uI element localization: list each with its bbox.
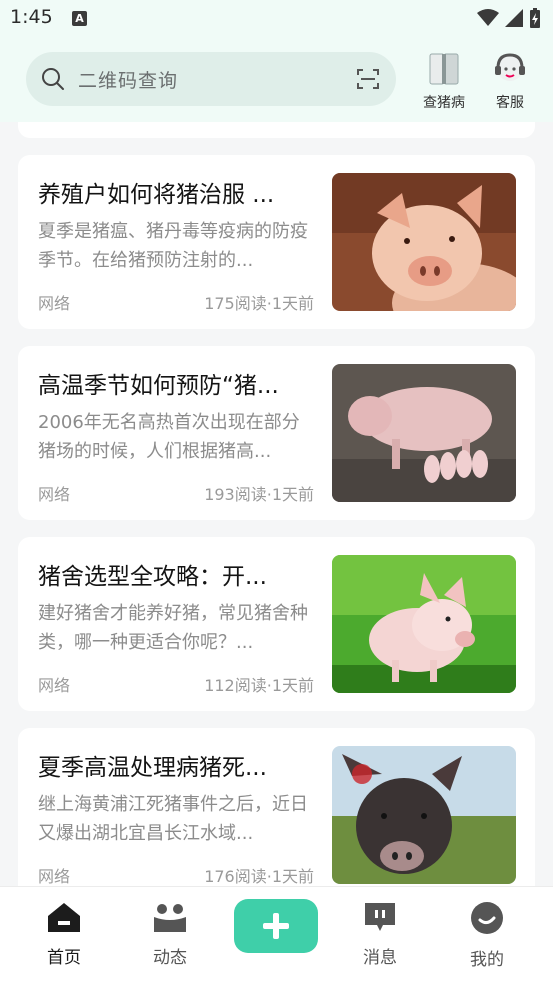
- article-summary: 建好猪舍才能养好猪，常见猪舍种类，哪一种更适合你呢？...: [38, 603, 308, 653]
- add-post-button[interactable]: [234, 899, 318, 953]
- scan-icon[interactable]: [356, 68, 380, 90]
- article-card[interactable]: 夏季高温处理病猪死... 继上海黄浦江死猪事件之后，近日又爆出湖北宜昌长江水域.…: [18, 728, 535, 886]
- article-source: 网络: [38, 867, 71, 886]
- smile-icon: [471, 902, 503, 934]
- article-title: 养殖户如何将猪治服 ...: [38, 182, 275, 208]
- article-meta: 193阅读·1天前: [204, 485, 314, 504]
- article-title: 高温季节如何预防“猪...: [38, 373, 279, 399]
- list-item[interactable]: [18, 122, 535, 138]
- tab-messages-label: 消息: [363, 948, 397, 968]
- check-disease-button[interactable]: 查猪病: [416, 52, 472, 112]
- notification-icon: A: [72, 11, 87, 26]
- search-bar[interactable]: 二维码查询: [26, 52, 396, 106]
- article-title: 猪舍选型全攻略：开...: [38, 564, 267, 590]
- status-bar: 1:45 A: [0, 0, 553, 38]
- article-meta: 112阅读·1天前: [204, 676, 314, 695]
- battery-icon: [530, 8, 540, 28]
- customer-service-label: 客服: [496, 95, 524, 111]
- people-icon: [154, 904, 186, 932]
- article-thumbnail: [332, 746, 516, 884]
- top-header: 1:45 A 二维码查询 查猪病 客服: [0, 0, 553, 122]
- bottom-tab-bar: 首页 动态 消息 我的: [0, 886, 553, 984]
- article-summary: 2006年无名高热首次出现在部分猪场的时候，人们根据猪高...: [38, 412, 300, 462]
- article-summary: 继上海黄浦江死猪事件之后，近日又爆出湖北宜昌长江水域...: [38, 794, 308, 844]
- status-time: 1:45: [10, 6, 53, 28]
- article-thumbnail: [332, 555, 516, 693]
- article-source: 网络: [38, 485, 71, 504]
- article-source: 网络: [38, 676, 71, 695]
- tab-me[interactable]: 我的: [447, 901, 527, 970]
- tab-me-label: 我的: [470, 950, 504, 970]
- search-icon: [42, 68, 64, 90]
- tab-home-label: 首页: [47, 948, 81, 968]
- article-source: 网络: [38, 294, 71, 313]
- article-thumbnail: [332, 173, 516, 311]
- home-icon: [48, 903, 80, 932]
- article-card[interactable]: 养殖户如何将猪治服 ... 夏季是猪瘟、猪丹毒等疫病的防疫季节。在给猪预防注射的…: [18, 155, 535, 329]
- article-thumbnail: [332, 364, 516, 502]
- tab-feed-label: 动态: [153, 948, 187, 968]
- article-card[interactable]: 猪舍选型全攻略：开... 建好猪舍才能养好猪，常见猪舍种类，哪一种更适合你呢？.…: [18, 537, 535, 711]
- tab-home[interactable]: 首页: [24, 901, 104, 968]
- status-icons: [477, 8, 541, 28]
- article-card[interactable]: 高温季节如何预防“猪... 2006年无名高热首次出现在部分猪场的时候，人们根据…: [18, 346, 535, 520]
- customer-service-button[interactable]: 客服: [482, 52, 538, 112]
- signal-icon: [505, 9, 523, 27]
- headset-icon: [495, 53, 525, 81]
- article-title: 夏季高温处理病猪死...: [38, 755, 267, 781]
- article-meta: 175阅读·1天前: [204, 294, 314, 313]
- plus-icon: [263, 913, 289, 939]
- tab-messages[interactable]: 消息: [340, 901, 420, 968]
- article-summary: 夏季是猪瘟、猪丹毒等疫病的防疫季节。在给猪预防注射的...: [38, 221, 308, 271]
- article-list[interactable]: 养殖户如何将猪治服 ... 夏季是猪瘟、猪丹毒等疫病的防疫季节。在给猪预防注射的…: [0, 122, 553, 886]
- wifi-icon: [477, 9, 499, 26]
- article-meta: 176阅读·1天前: [204, 867, 314, 886]
- tab-feed[interactable]: 动态: [130, 901, 210, 968]
- message-icon: [365, 903, 395, 931]
- book-icon: [429, 53, 459, 85]
- search-placeholder: 二维码查询: [78, 70, 179, 92]
- check-disease-label: 查猪病: [423, 95, 465, 111]
